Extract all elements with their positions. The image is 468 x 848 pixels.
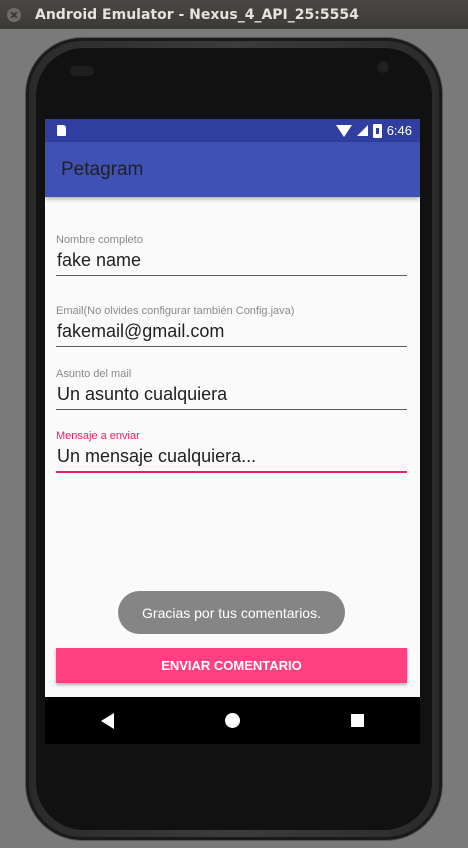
subject-input[interactable] <box>56 380 407 410</box>
status-icons: 6:46 <box>335 123 412 138</box>
name-label: Nombre completo <box>56 234 143 246</box>
status-time: 6:46 <box>386 123 412 138</box>
email-input[interactable] <box>56 317 407 347</box>
back-icon <box>101 712 114 729</box>
recents-button[interactable] <box>338 701 378 741</box>
email-field: Email(No olvides configurar también Conf… <box>56 305 407 347</box>
speaker-grille <box>70 66 94 76</box>
toast-message: Gracias por tus comentarios. <box>118 591 345 634</box>
name-field: Nombre completo <box>56 234 407 276</box>
signal-icon <box>356 125 368 136</box>
subject-field: Asunto del mail <box>56 368 407 410</box>
window-title: Android Emulator - Nexus_4_API_25:5554 <box>35 6 359 23</box>
message-input[interactable] <box>56 442 407 473</box>
window-close-icon[interactable] <box>7 7 21 22</box>
sd-card-icon <box>57 125 66 136</box>
app-title: Petagram <box>61 158 144 180</box>
message-field: Mensaje a enviar <box>56 430 407 473</box>
email-label: Email(No olvides configurar también Conf… <box>56 305 295 317</box>
app-bar: Petagram <box>45 142 420 197</box>
wifi-icon <box>335 124 352 137</box>
recents-icon <box>351 714 364 727</box>
subject-label: Asunto del mail <box>56 368 132 380</box>
back-button[interactable] <box>88 701 128 741</box>
status-bar: 6:46 <box>45 119 420 142</box>
window-title-bar: Android Emulator - Nexus_4_API_25:5554 <box>0 0 468 29</box>
device-screen: 6:46 Petagram Nombre completo Email(No o… <box>45 119 420 744</box>
home-icon <box>225 713 240 728</box>
battery-icon <box>372 123 382 138</box>
navigation-bar <box>45 697 420 744</box>
message-label: Mensaje a enviar <box>56 430 140 442</box>
name-input[interactable] <box>56 246 407 276</box>
front-camera-icon <box>376 60 390 74</box>
home-button[interactable] <box>213 701 253 741</box>
send-comment-button[interactable]: ENVIAR COMENTARIO <box>56 648 407 683</box>
